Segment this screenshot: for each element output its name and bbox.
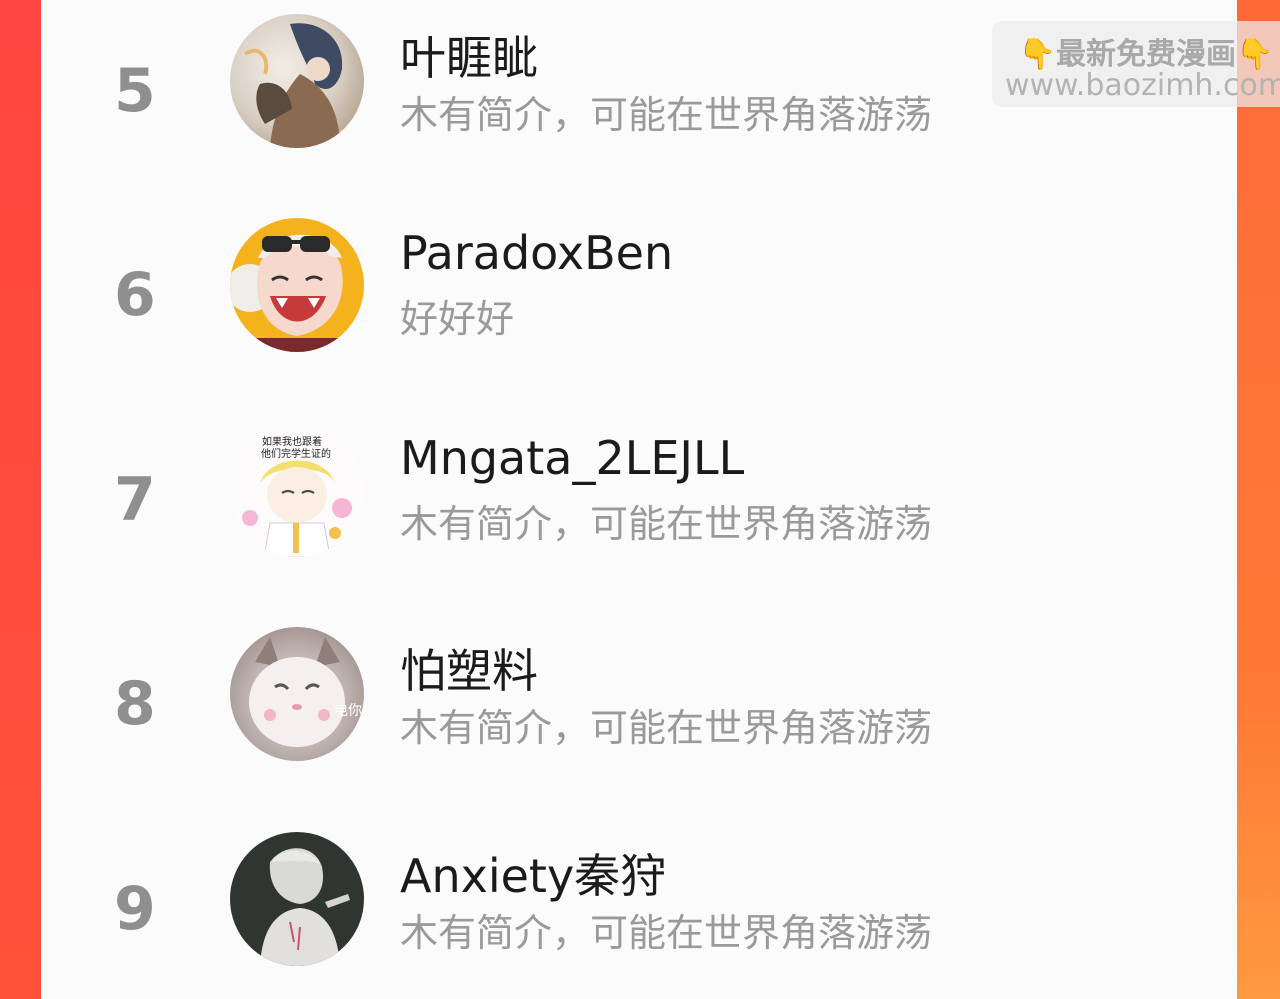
user-name[interactable]: ParadoxBen xyxy=(400,226,673,280)
list-item[interactable]: 8 电你 怕塑料 木有简介，可能在世界角落游荡 xyxy=(41,621,1237,771)
svg-text:如果我也跟着: 如果我也跟着 xyxy=(262,435,322,448)
list-item[interactable]: 9 Anxiety秦狩 木有简介，可能在世界角落游荡 xyxy=(41,826,1237,976)
left-background-strip xyxy=(0,0,41,999)
user-avatar[interactable] xyxy=(230,218,364,352)
user-bio: 木有简介，可能在世界角落游荡 xyxy=(400,706,933,750)
watermark-url: www.baozimh.com xyxy=(1004,68,1280,103)
site-watermark: 👇最新免费漫画👇 www.baozimh.com xyxy=(992,21,1280,107)
user-bio: 木有简介，可能在世界角落游荡 xyxy=(400,502,933,546)
watermark-text: 最新免费漫画 xyxy=(1056,37,1236,72)
rank-number: 8 xyxy=(114,669,156,739)
user-bio: 木有简介，可能在世界角落游荡 xyxy=(400,93,933,137)
user-avatar[interactable]: 如果我也跟着 他们完学生证的 xyxy=(230,423,364,557)
user-name[interactable]: Mngata_2LEJLL xyxy=(400,431,744,485)
svg-text:他们完学生证的: 他们完学生证的 xyxy=(261,447,331,460)
user-name[interactable]: 叶睚眦 xyxy=(400,22,538,88)
user-name[interactable]: Anxiety秦狩 xyxy=(400,840,666,906)
rank-number: 5 xyxy=(114,56,156,126)
rank-number: 9 xyxy=(114,874,156,944)
pointing-down-icon: 👇 xyxy=(1018,37,1056,72)
user-avatar[interactable] xyxy=(230,832,364,966)
user-avatar[interactable]: 电你 xyxy=(230,627,364,761)
right-background-strip xyxy=(1237,0,1280,999)
user-name[interactable]: 怕塑料 xyxy=(400,635,538,701)
user-bio: 好好好 xyxy=(400,297,515,341)
user-bio: 木有简介，可能在世界角落游荡 xyxy=(400,911,933,955)
pointing-down-icon: 👇 xyxy=(1236,37,1274,72)
rank-number: 7 xyxy=(114,465,156,535)
list-item[interactable]: 6 ParadoxBen 好好好 xyxy=(41,212,1237,362)
ranking-list: 5 叶睚眦 木有简介，可能在世界角落游荡 6 ParadoxBen 好好好 7 … xyxy=(41,0,1280,999)
watermark-title: 👇最新免费漫画👇 xyxy=(992,29,1280,73)
rank-number: 6 xyxy=(114,260,156,330)
user-avatar[interactable] xyxy=(230,14,364,148)
list-item[interactable]: 7 如果我也跟着 他们完学生证的 Mngata_2LEJLL 木有简介，可能在世… xyxy=(41,417,1237,567)
svg-text:电你: 电你 xyxy=(334,703,362,719)
